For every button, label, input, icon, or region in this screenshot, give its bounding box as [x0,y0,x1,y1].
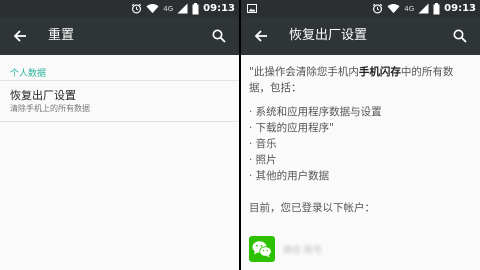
battery-icon [433,0,440,17]
factory-reset-title: 恢复出厂设置 [10,89,76,102]
item-divider [0,121,239,122]
page-title: 重置 [48,28,75,43]
list-item: · 其他的用户数据 [249,170,330,182]
warning-storage-emphasis: 手机闪存 [358,66,401,78]
list-item: · 照片 [249,154,277,166]
signal-icon [177,0,188,17]
page-title: 恢复出厂设置 [289,28,368,43]
signal-icon [418,0,429,17]
alarm-icon [372,0,383,17]
app-bar: 恢复出厂设置 [241,17,480,55]
accounts-label: 目前，您已登录以下帐户： [249,202,375,214]
alarm-icon [131,0,142,17]
network-type-label: 4G [404,4,415,13]
network-type-label: 4G [163,4,174,13]
battery-icon [192,0,199,17]
status-time: 09:13 [444,3,476,14]
factory-reset-summary: 清除手机上的所有数据 [10,104,90,113]
reset-warning: "此操作会清除您手机内手机闪存中的所有数据，包括： · 系统和应用程序数据与设置… [249,64,474,216]
status-bar: 4G 09:13 [0,0,239,17]
list-item: · 下载的应用程序" [249,122,335,134]
section-divider [0,80,239,81]
wifi-icon [387,0,400,17]
wechat-icon [249,236,275,262]
status-time: 09:13 [203,3,235,14]
status-bar: 4G 09:13 [241,0,480,17]
list-item: · 音乐 [249,138,277,150]
warning-prefix: "此操作会清除您手机内 [249,66,359,78]
section-header-personal-data: 个人数据 [10,69,47,79]
search-icon[interactable] [209,26,229,46]
factory-reset-item[interactable]: 恢复出厂设置 清除手机上的所有数据 [0,82,239,120]
factory-reset-screen: 4G 09:13 恢复出厂设置 "此操作会清除您手机内手机闪存中的所有数据，包括… [241,0,480,270]
app-bar: 重置 [0,17,239,55]
search-icon[interactable] [450,26,470,46]
image-notification-icon [247,0,257,17]
back-arrow-icon[interactable] [251,26,271,46]
reset-screen: 4G 09:13 重置 个人数据 恢复出厂设置 清除手机上的所有数据 [0,0,239,270]
list-item: · 系统和应用程序数据与设置 [249,106,382,118]
warning-paragraph: "此操作会清除您手机内手机闪存中的所有数据，包括： [249,64,474,96]
wifi-icon [146,0,159,17]
erased-data-list: · 系统和应用程序数据与设置 · 下载的应用程序" · 音乐 · 照片 · 其他… [249,104,474,184]
account-name: 微信 账号 [283,245,322,256]
account-entry: 微信 账号 [249,236,322,262]
back-arrow-icon[interactable] [10,26,30,46]
